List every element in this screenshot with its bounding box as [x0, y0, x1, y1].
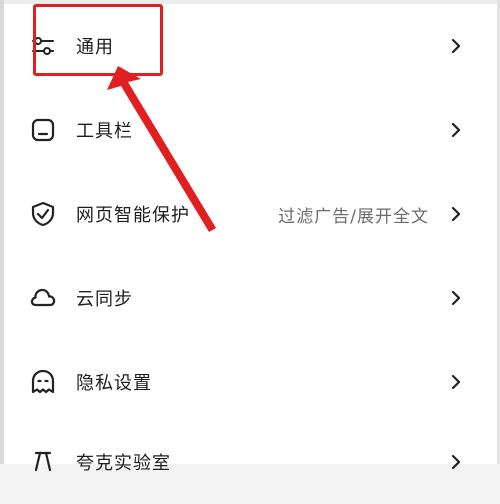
settings-screen: 通用 工具栏 网页智能保护 过滤广告/展开全文 云同步 隐私设置 夸克实验室: [0, 0, 500, 474]
annotation-arrow-icon: [107, 66, 216, 232]
